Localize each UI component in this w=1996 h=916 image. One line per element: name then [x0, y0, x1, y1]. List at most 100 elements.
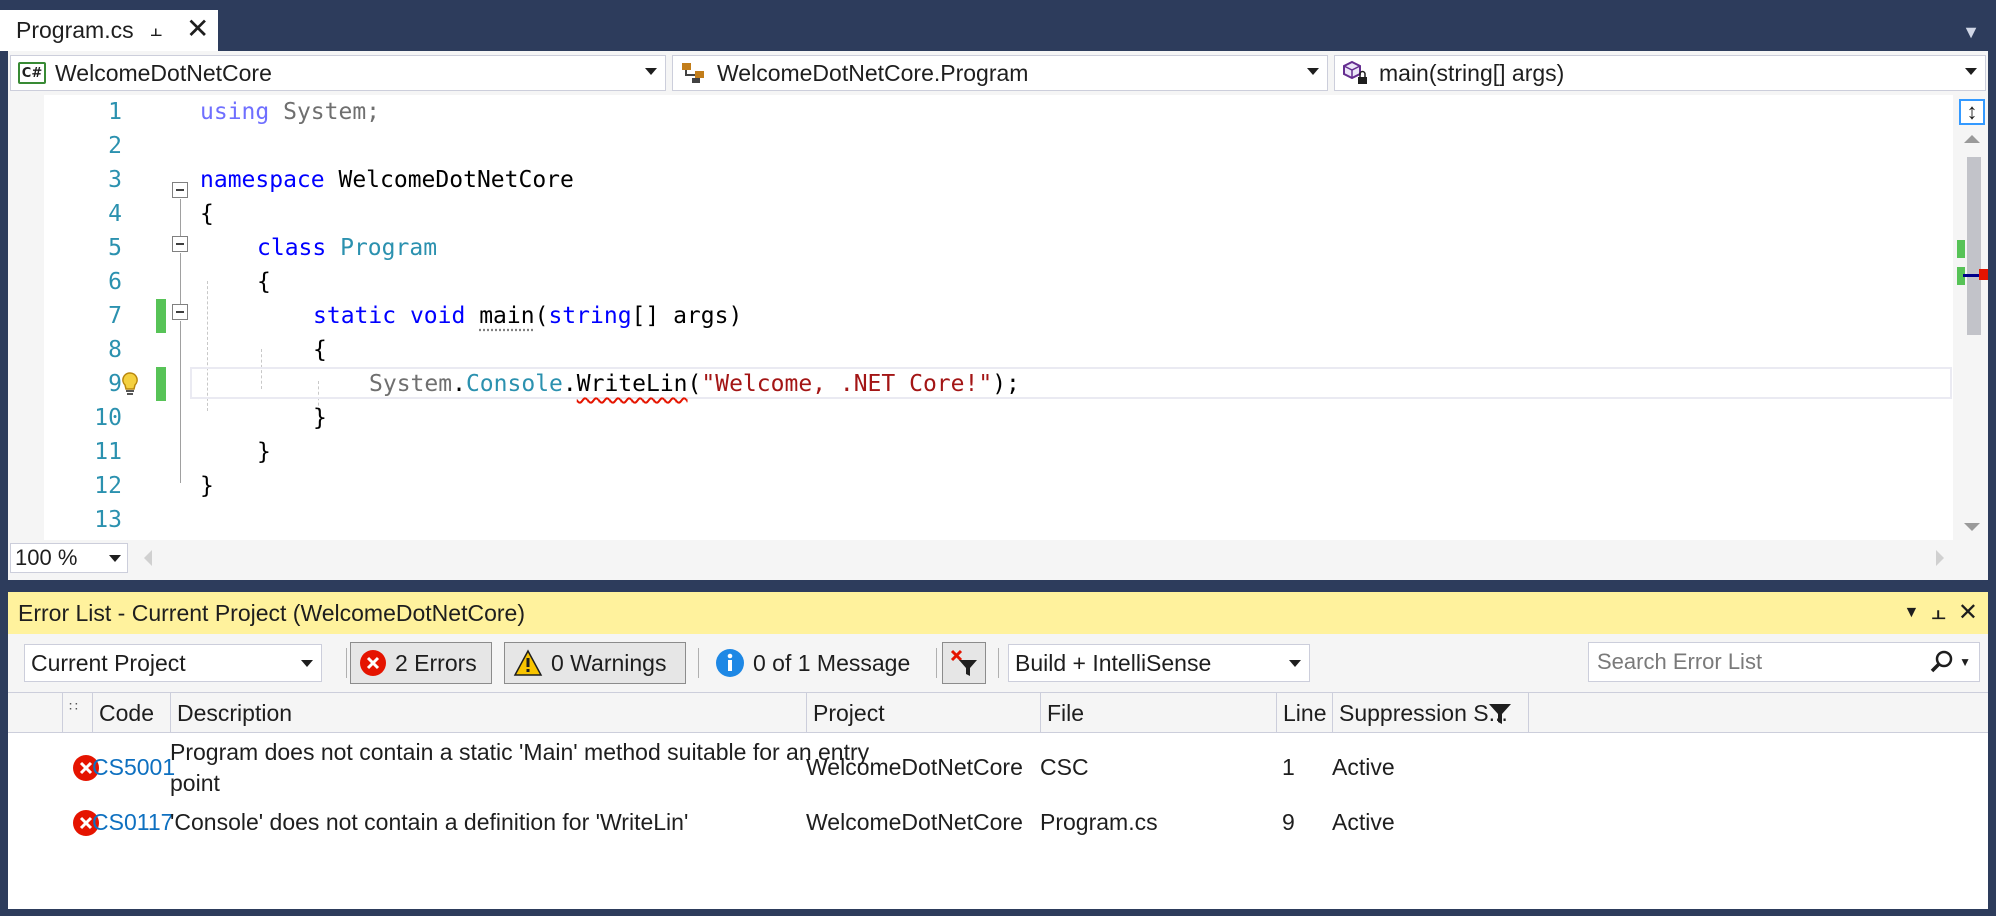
pin-icon[interactable]: ⫠: [1931, 598, 1946, 627]
collapse-method-icon[interactable]: [172, 304, 188, 320]
chevron-down-icon: [1289, 660, 1301, 667]
search-input[interactable]: [1597, 649, 1917, 675]
error-squiggle: WriteLin: [576, 371, 688, 397]
code-line-5: class Program: [257, 235, 438, 261]
error-list-window: Error List - Current Project (WelcomeDot…: [8, 592, 1988, 909]
chevron-down-icon: [1307, 68, 1319, 75]
code-line-11: }: [257, 439, 271, 465]
error-file: CSC: [1040, 754, 1089, 780]
source-dropdown[interactable]: Build + IntelliSense: [1008, 644, 1310, 682]
filter-icon[interactable]: [1488, 703, 1512, 725]
error-project: WelcomeDotNetCore: [806, 809, 1023, 835]
code-line-1: using System;: [200, 99, 381, 125]
chevron-down-icon: [1965, 68, 1977, 75]
line-number: 2: [108, 133, 122, 159]
source-dropdown-label: Build + IntelliSense: [1015, 649, 1212, 676]
column-header-project[interactable]: Project: [806, 693, 1040, 733]
chevron-down-icon: [645, 68, 657, 75]
error-file: Program.cs: [1040, 809, 1158, 835]
chevron-down-icon: [109, 555, 121, 562]
editor-bottom-bar: 100 %: [8, 540, 1988, 574]
line-number: 7: [108, 303, 122, 329]
line-number: 11: [94, 439, 122, 465]
line-number: 4: [108, 201, 122, 227]
window-options-icon[interactable]: ▼: [1904, 604, 1920, 627]
line-number: 13: [94, 507, 122, 533]
line-number: 8: [108, 337, 122, 363]
split-window-icon[interactable]: ↕: [1959, 99, 1985, 125]
scope-dropdown-label: Current Project: [31, 649, 186, 676]
line-number: 1: [108, 99, 122, 125]
column-header-description[interactable]: Description: [170, 693, 806, 733]
code-line-10: }: [313, 405, 327, 431]
outline-line: [180, 253, 181, 304]
code-line-9: System.Console.WriteLin("Welcome, .NET C…: [369, 371, 1020, 397]
class-dropdown[interactable]: WelcomeDotNetCore.Program: [672, 55, 1328, 91]
code-line-6: {: [257, 269, 271, 295]
error-code-link[interactable]: CS5001: [92, 752, 175, 783]
tab-overflow-icon[interactable]: ▼: [1962, 22, 1980, 43]
zoom-dropdown[interactable]: 100 %: [10, 543, 128, 573]
scroll-up-icon[interactable]: [1964, 135, 1980, 143]
outline-line: [180, 425, 181, 483]
document-tab-strip: Program.cs ⫠ ✕ ▼: [0, 0, 1996, 51]
search-options-icon[interactable]: ▼: [1959, 655, 1971, 669]
change-indicator: [156, 299, 166, 333]
close-icon[interactable]: ✕: [1958, 598, 1978, 627]
scroll-down-icon[interactable]: [1964, 523, 1980, 531]
filter-errors-button[interactable]: [942, 642, 986, 684]
error-suppression-state: Active: [1332, 754, 1395, 780]
column-header-spacer: [1528, 693, 1988, 733]
scroll-left-icon[interactable]: [144, 550, 152, 566]
scope-dropdown[interactable]: Current Project: [24, 644, 322, 682]
column-chooser-icon[interactable]: ∷: [62, 693, 92, 733]
filter-error-icon: [950, 649, 977, 676]
collapse-namespace-icon[interactable]: [172, 182, 188, 198]
code-line-3: namespace WelcomeDotNetCore: [200, 167, 574, 193]
table-row[interactable]: CS0117 'Console' does not contain a defi…: [8, 805, 1988, 841]
error-list-toolbar: Current Project 2 Errors 0 Warnings 0 of…: [8, 638, 1988, 688]
vertical-scrollbar[interactable]: ↕: [1953, 95, 1988, 540]
private-method-icon: [1341, 60, 1371, 84]
search-error-list[interactable]: ▼: [1588, 642, 1980, 682]
member-dropdown[interactable]: main(string[] args): [1334, 55, 1986, 91]
warnings-filter-button[interactable]: 0 Warnings: [504, 642, 686, 684]
line-number: 5: [108, 235, 122, 261]
tab-title: Program.cs: [16, 17, 134, 43]
error-list-title: Error List - Current Project (WelcomeDot…: [18, 599, 525, 626]
collapse-class-icon[interactable]: [172, 236, 188, 252]
search-icon[interactable]: [1929, 649, 1955, 675]
error-suppression-state: Active: [1332, 809, 1395, 835]
scroll-right-icon[interactable]: [1936, 550, 1944, 566]
toolbar-separator: [936, 648, 937, 678]
project-dropdown[interactable]: C# WelcomeDotNetCore: [10, 55, 666, 91]
error-table-header: ∷ Code Description Project File Line Sup…: [8, 693, 1988, 733]
close-icon[interactable]: ✕: [186, 14, 209, 44]
error-code-link[interactable]: CS0117: [92, 807, 173, 838]
error-description: 'Console' does not contain a definition …: [170, 809, 689, 835]
code-editor-window: C# WelcomeDotNetCore WelcomeDotNetCore.P…: [8, 51, 1988, 580]
csharp-project-icon: C#: [17, 62, 47, 84]
project-dropdown-label: WelcomeDotNetCore: [55, 59, 272, 86]
column-header-code[interactable]: Code: [92, 693, 170, 733]
tab-program-cs[interactable]: Program.cs ⫠ ✕: [0, 10, 218, 51]
table-row[interactable]: CS5001 Program does not contain a static…: [8, 735, 1988, 801]
code-line-4: {: [200, 201, 214, 227]
errors-filter-button[interactable]: 2 Errors: [350, 642, 492, 684]
messages-filter-button[interactable]: 0 of 1 Message: [706, 642, 926, 684]
lightbulb-icon[interactable]: [120, 371, 140, 397]
messages-count-label: 0 of 1 Message: [753, 649, 911, 676]
code-editor[interactable]: 1 2 3 4 5 6 7 8 9 10 11 12 13 using Syst…: [8, 95, 1953, 540]
class-icon: [679, 62, 709, 84]
info-icon: [716, 649, 744, 677]
class-dropdown-label: WelcomeDotNetCore.Program: [717, 59, 1029, 86]
error-line: 9: [1282, 809, 1295, 835]
column-header-line[interactable]: Line: [1276, 693, 1332, 733]
toolbar-separator: [346, 648, 347, 678]
pin-icon[interactable]: ⫠: [150, 19, 162, 42]
error-list-title-bar[interactable]: Error List - Current Project (WelcomeDot…: [8, 592, 1988, 634]
column-header-file[interactable]: File: [1040, 693, 1276, 733]
scroll-thumb[interactable]: [1967, 157, 1981, 335]
navigation-bar: C# WelcomeDotNetCore WelcomeDotNetCore.P…: [8, 53, 1988, 93]
code-line-12: }: [200, 473, 214, 499]
